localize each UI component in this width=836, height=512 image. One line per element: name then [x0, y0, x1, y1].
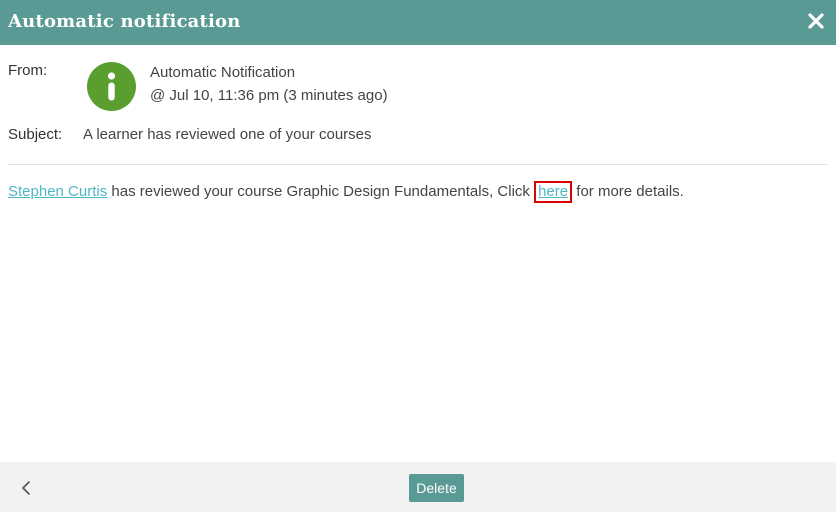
sender-name: Automatic Notification [150, 64, 296, 81]
here-highlight-box: here [534, 181, 573, 203]
modal-title: Automatic notification [8, 11, 241, 32]
modal-header: Automatic notification [0, 0, 836, 45]
from-label: From: [8, 62, 48, 79]
user-link[interactable]: Stephen Curtis [8, 183, 107, 200]
message-text-before: has reviewed your course Graphic Design … [107, 183, 535, 200]
here-link[interactable]: here [538, 183, 568, 200]
subject-label: Subject: [8, 126, 63, 143]
message-text-after: for more details. [572, 183, 684, 200]
message-body: Stephen Curtis has reviewed your course … [8, 181, 684, 203]
info-icon [87, 62, 136, 111]
chevron-left-icon[interactable] [18, 480, 34, 496]
divider [8, 164, 828, 165]
timestamp: @ Jul 10, 11:36 pm (3 minutes ago) [150, 87, 388, 104]
delete-button[interactable]: Delete [409, 474, 464, 502]
close-icon[interactable] [808, 13, 824, 29]
subject-text: A learner has reviewed one of your cours… [83, 126, 372, 143]
